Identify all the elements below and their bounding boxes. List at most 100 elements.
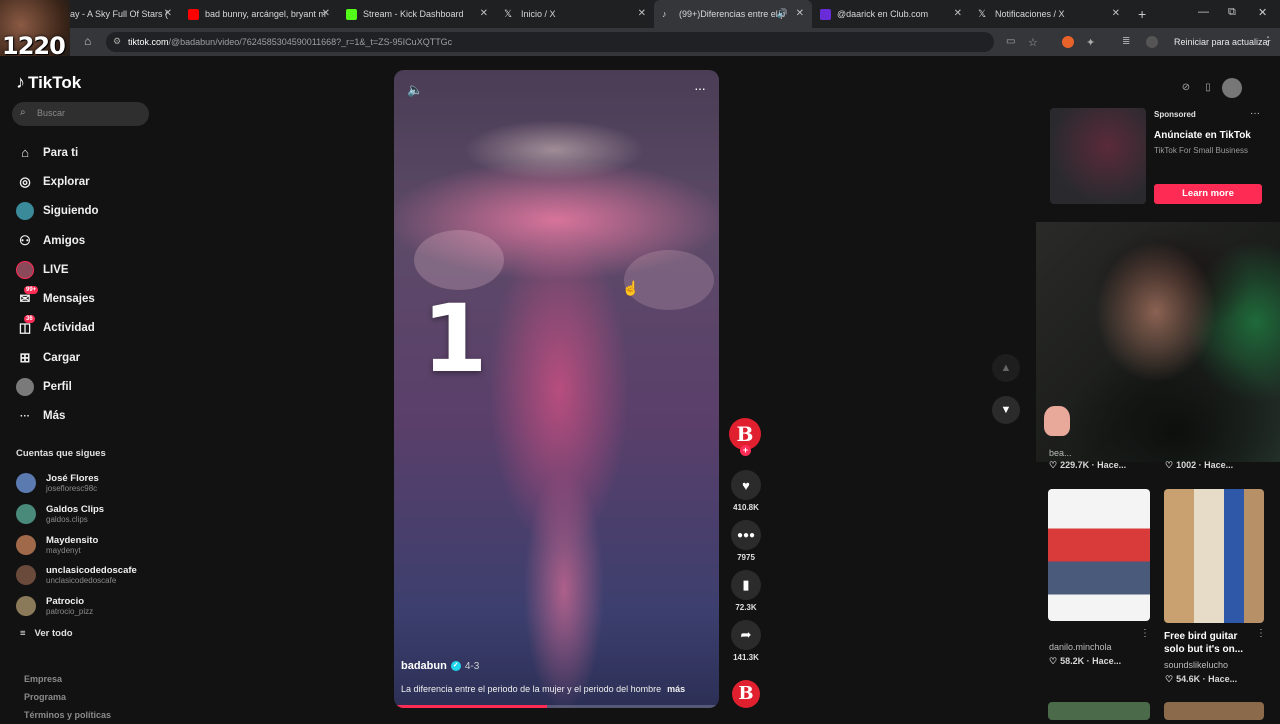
- heart-icon: ♡: [1049, 656, 1058, 666]
- browser-tab[interactable]: Stream - Kick Dashboard ✕: [338, 0, 496, 28]
- account-username: galdos.clips: [46, 515, 88, 525]
- compass-icon: ◎: [19, 173, 31, 189]
- nav-item-live[interactable]: LIVE: [16, 255, 99, 284]
- video-thumbnail[interactable]: [1164, 702, 1264, 720]
- ad-title[interactable]: Anúnciate en TikTok: [1154, 130, 1251, 141]
- nav-item-siguiendo[interactable]: Siguiendo: [16, 197, 99, 226]
- streamer-camera-overlay: [1036, 222, 1280, 462]
- author-name: badabun: [401, 660, 447, 672]
- tiktok-note-icon: ♪: [16, 72, 25, 92]
- close-tab-icon[interactable]: ✕: [480, 8, 488, 19]
- creator-avatar[interactable]: B +: [729, 418, 761, 456]
- learn-more-button[interactable]: Learn more: [1154, 184, 1262, 204]
- site-info-icon[interactable]: ⚙: [113, 36, 121, 47]
- following-account[interactable]: Patrocio patrocio_pizz: [16, 591, 137, 622]
- tab-title: Inicio / X: [521, 9, 556, 19]
- heart-icon: ♡: [1049, 460, 1058, 470]
- close-tab-icon[interactable]: ✕: [796, 8, 804, 19]
- star-icon[interactable]: ☆: [1028, 36, 1040, 49]
- browser-tab[interactable]: 𝕏 Inicio / X ✕: [496, 0, 654, 28]
- ad-thumbnail[interactable]: [1050, 108, 1146, 204]
- volume-icon[interactable]: 🔈: [407, 82, 423, 98]
- nav-item-perfil[interactable]: Perfil: [16, 372, 99, 401]
- nav-item-mensajes[interactable]: ✉ 99+ Mensajes: [16, 284, 99, 313]
- bookmark-count: 72.3K: [735, 603, 757, 612]
- bookmark-button[interactable]: ▮ 72.3K: [729, 570, 763, 612]
- browser-tab[interactable]: bad bunny, arcángel, bryant m ✕: [180, 0, 338, 28]
- previous-video-button[interactable]: ▲: [992, 354, 1020, 382]
- following-account[interactable]: unclasicodedoscafe unclasicodedoscafe: [16, 560, 137, 591]
- nav-item-mas[interactable]: ··· Más: [16, 402, 99, 431]
- puzzle-icon[interactable]: ✦: [1086, 36, 1098, 49]
- phone-icon[interactable]: ▯: [1200, 80, 1216, 96]
- close-tab-icon[interactable]: ✕: [638, 8, 646, 19]
- avatar[interactable]: [1222, 78, 1242, 98]
- footer-link[interactable]: Términos y políticas: [24, 706, 111, 724]
- address-bar[interactable]: ⚙ tiktok.com/@badabun/video/762458530459…: [106, 32, 994, 52]
- like-button[interactable]: ♥ 410.8K: [729, 470, 763, 512]
- speaker-icon[interactable]: 🔊: [777, 8, 788, 19]
- maximize-button[interactable]: ⧉: [1228, 6, 1236, 19]
- browser-menu-icon[interactable]: ⋮: [1262, 34, 1274, 48]
- following-account[interactable]: Galdos Clips galdos.clips: [16, 499, 137, 530]
- tab-title: Stream - Kick Dashboard: [363, 9, 464, 19]
- video-stats: ♡ 58.2K · Hace...: [1049, 656, 1122, 666]
- extension-icon[interactable]: [1062, 36, 1074, 48]
- comment-count: 7975: [737, 553, 755, 562]
- search-icon: ⌕: [20, 107, 26, 118]
- search-input[interactable]: ⌕ Buscar: [12, 102, 149, 126]
- browser-tab-active[interactable]: ♪ (99+)Diferencias entre el p 🔊 ✕: [654, 0, 812, 28]
- footer-link[interactable]: Empresa: [24, 670, 111, 688]
- next-video-button[interactable]: ▼: [992, 396, 1020, 424]
- close-tab-icon[interactable]: ✕: [322, 8, 330, 19]
- nav-item-para-ti[interactable]: ⌂ Para ti: [16, 138, 99, 167]
- following-account[interactable]: José Flores josefloresc98c: [16, 468, 137, 499]
- x-favicon-icon: 𝕏: [504, 8, 513, 20]
- minimize-button[interactable]: —: [1198, 6, 1209, 18]
- following-account[interactable]: Maydensito maydenyt: [16, 529, 137, 560]
- ad-more-icon[interactable]: ···: [1250, 108, 1260, 119]
- video-user[interactable]: soundslikelucho: [1164, 660, 1228, 670]
- profile-icon[interactable]: [1146, 36, 1158, 48]
- browser-tab[interactable]: 𝕏 Notificaciones / X ✕: [970, 0, 1128, 28]
- video-user[interactable]: danilo.minchola: [1049, 642, 1112, 652]
- block-icon[interactable]: ⊘: [1178, 80, 1194, 96]
- account-username: unclasicodedoscafe: [46, 576, 117, 586]
- cast-icon[interactable]: ▭: [1006, 36, 1018, 48]
- video-player[interactable]: 🔈 ··· 1 ☝ badabun ✓ 4-3 La diferencia en…: [394, 70, 719, 708]
- close-tab-icon[interactable]: ✕: [954, 8, 962, 19]
- nav-item-explorar[interactable]: ◎ Explorar: [16, 167, 99, 196]
- video-author[interactable]: badabun ✓ 4-3: [401, 660, 479, 672]
- video-thumbnail[interactable]: [1048, 702, 1150, 720]
- nav-item-amigos[interactable]: ⚇ Amigos: [16, 226, 99, 255]
- video-user[interactable]: bea...: [1049, 448, 1072, 458]
- browser-tab[interactable]: @daarick en Club.com ✕: [812, 0, 970, 28]
- nav-item-actividad[interactable]: ◫ 36 Actividad: [16, 314, 99, 343]
- tiktok-logo[interactable]: ♪ TikTok: [16, 72, 81, 93]
- video-more-icon[interactable]: ···: [694, 80, 706, 96]
- close-tab-icon[interactable]: ✕: [1112, 8, 1120, 19]
- footer-link[interactable]: Programa: [24, 688, 111, 706]
- nav-label: Perfil: [43, 381, 72, 394]
- home-icon[interactable]: ⌂: [84, 34, 91, 48]
- url-path: /@badabun/video/7624585304590011668?_r=1…: [168, 37, 453, 47]
- restart-update-button[interactable]: Reiniciar para actualizar: [1168, 34, 1277, 50]
- video-thumbnail[interactable]: [1164, 489, 1264, 623]
- new-tab-button[interactable]: +: [1138, 6, 1146, 22]
- share-button[interactable]: ➦ 141.3K: [729, 620, 763, 662]
- see-all-link[interactable]: ≡ Ver todo: [20, 628, 73, 639]
- video-progress-bar[interactable]: [394, 705, 719, 708]
- video-title[interactable]: Free bird guitar solo but it's on...: [1164, 630, 1260, 656]
- music-disc-icon[interactable]: B: [732, 680, 760, 708]
- video-menu-icon[interactable]: ⋮: [1140, 628, 1150, 639]
- follow-plus-icon[interactable]: +: [740, 445, 751, 456]
- nav-item-cargar[interactable]: ⊞ Cargar: [16, 343, 99, 372]
- more-icon: ···: [20, 410, 30, 422]
- media-icon[interactable]: ≣: [1122, 36, 1134, 48]
- video-thumbnail[interactable]: [1048, 489, 1150, 621]
- close-window-button[interactable]: ✕: [1258, 6, 1267, 19]
- caption-more-link[interactable]: más: [667, 684, 685, 694]
- close-tab-icon[interactable]: ✕: [164, 8, 172, 19]
- comment-button[interactable]: ●●● 7975: [729, 520, 763, 562]
- bookmark-icon: ▮: [731, 570, 761, 600]
